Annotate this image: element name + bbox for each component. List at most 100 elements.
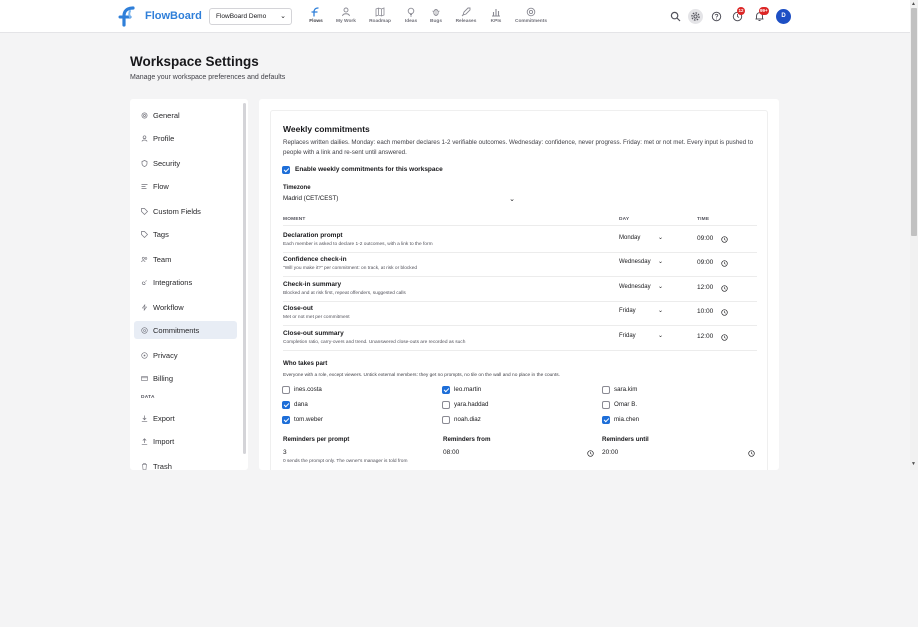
enable-commitments-checkbox[interactable]: [282, 166, 290, 174]
sidebar-item-workflow[interactable]: Workflow: [134, 298, 237, 316]
member-checkbox[interactable]: [442, 416, 450, 424]
timezone-select[interactable]: Madrid (CET/CEST) ⌄: [283, 195, 517, 206]
member-name: dana: [294, 401, 308, 408]
member-checkbox[interactable]: [602, 386, 610, 394]
column-moment: MOMENT: [283, 217, 306, 222]
sidebar-item-commitments[interactable]: Commitments: [134, 321, 237, 339]
nav-label: Roadmap: [369, 19, 391, 24]
moment-title: Confidence check-in: [283, 256, 347, 263]
clock-icon[interactable]: [721, 309, 728, 316]
link-icon: [141, 279, 148, 286]
sidebar-item-security[interactable]: Security: [134, 154, 237, 172]
team-icon: [141, 256, 148, 263]
sidebar-item-label: Integrations: [153, 277, 193, 287]
sidebar-item-profile[interactable]: Profile: [134, 129, 237, 147]
moment-description: Met or not met per commitment: [283, 315, 350, 320]
who-takes-part-title: Who takes part: [283, 360, 328, 367]
page-subtitle: Manage your workspace preferences and de…: [130, 74, 286, 81]
moment-description: Each member is asked to declare 1-2 outc…: [283, 242, 433, 247]
sidebar-item-import[interactable]: Import: [134, 432, 237, 450]
flows-icon: [311, 7, 321, 17]
moment-row: Check-in summary Blocked and at risk fir…: [283, 278, 757, 302]
tag-icon: [141, 230, 148, 238]
clock-icon[interactable]: [748, 450, 755, 457]
member-checkbox[interactable]: [282, 386, 290, 394]
clock-icon[interactable]: [721, 260, 728, 267]
reminders-until-input[interactable]: 20:00: [602, 449, 618, 456]
member-checkbox[interactable]: [442, 401, 450, 409]
nav-label: Releases: [455, 19, 477, 24]
sidebar-item-label: Commitments: [153, 325, 200, 335]
timezone-label: Timezone: [283, 185, 311, 191]
sidebar-item-privacy[interactable]: Privacy: [134, 346, 237, 364]
member-name: mia.chen: [614, 416, 640, 423]
clock-icon[interactable]: [587, 450, 594, 457]
search-icon[interactable]: [670, 11, 681, 22]
table-divider: [283, 225, 757, 226]
member-checkbox[interactable]: [602, 416, 610, 424]
help-badge: 12: [737, 7, 745, 15]
sidebar-scrollbar[interactable]: [243, 103, 246, 454]
page-scrollbar[interactable]: ▲ ▼: [910, 0, 918, 470]
app-name[interactable]: FlowBoard: [145, 10, 202, 22]
clock-icon[interactable]: [721, 236, 728, 243]
reminders-per-prompt-input[interactable]: 3: [283, 449, 287, 456]
nav-kpis[interactable]: KPIs: [476, 7, 516, 24]
day-select[interactable]: Wednesday ⌄: [619, 259, 663, 269]
eye-icon: [141, 351, 148, 359]
day-value: Friday: [619, 308, 636, 314]
enable-commitments-label[interactable]: Enable weekly commitments for this works…: [295, 166, 443, 173]
person-icon: [341, 7, 351, 17]
day-select[interactable]: Monday ⌄: [619, 235, 663, 245]
day-select[interactable]: Friday ⌄: [619, 308, 663, 318]
member-checkbox[interactable]: [282, 416, 290, 424]
sidebar-item-billing[interactable]: Billing: [134, 369, 237, 387]
day-value: Monday: [619, 235, 641, 241]
flowboard-logo-icon[interactable]: [118, 6, 138, 27]
sidebar-item-label: Custom Fields: [153, 206, 201, 216]
scrollbar-thumb[interactable]: [911, 8, 917, 236]
reminders-per-prompt-label: Reminders per prompt: [283, 436, 350, 443]
sidebar-item-trash[interactable]: Trash: [134, 457, 237, 470]
moment-row: Confidence check-in "Will you make it?" …: [283, 253, 757, 277]
flow-lines-icon: [141, 183, 148, 190]
chevron-down-icon: ⌄: [509, 196, 515, 203]
moment-description: Blocked and at risk first, repeat offend…: [283, 291, 406, 296]
sidebar-item-export[interactable]: Export: [134, 409, 237, 427]
member-checkbox[interactable]: [602, 401, 610, 409]
notifications-badge: 99+: [759, 7, 769, 15]
sidebar-item-flow[interactable]: Flow: [134, 177, 237, 195]
clock-icon[interactable]: [721, 334, 728, 341]
sidebar-item-general[interactable]: General: [134, 106, 237, 124]
workspace-select[interactable]: FlowBoard Demo ⌄: [209, 8, 292, 25]
sidebar-item-custom-fields[interactable]: Custom Fields: [134, 202, 237, 220]
lightning-icon: [141, 303, 148, 311]
member-checkbox[interactable]: [282, 401, 290, 409]
moment-row: Close-out Met or not met per commitment …: [283, 302, 757, 326]
member-checkbox[interactable]: [442, 386, 450, 394]
reminders-from-input[interactable]: 08:00: [443, 449, 459, 456]
credit-card-icon: [141, 375, 148, 382]
nav-commitments[interactable]: Commitments: [511, 7, 551, 24]
member-name: Omar B.: [614, 401, 638, 408]
who-takes-part-description: Everyone with a role, except viewers. Un…: [283, 373, 561, 378]
avatar[interactable]: D: [776, 9, 791, 24]
nav-label: Bugs: [430, 19, 442, 24]
day-select[interactable]: Wednesday ⌄: [619, 284, 663, 294]
nav-label: My Work: [336, 19, 356, 24]
sidebar-item-integrations[interactable]: Integrations: [134, 273, 237, 291]
moment-row: Declaration prompt Each member is asked …: [283, 229, 757, 253]
sidebar-item-label: Billing: [153, 373, 174, 383]
reminders-hint: 0 sends the prompt only. The owner's man…: [283, 459, 408, 464]
help-icon[interactable]: [711, 11, 722, 22]
member-name: noah.diaz: [454, 416, 481, 423]
moment-description: "Will you make it?" per commitment: on t…: [283, 266, 418, 271]
sidebar-item-tags[interactable]: Tags: [134, 225, 237, 243]
gear-icon: [141, 112, 148, 119]
day-select[interactable]: Friday ⌄: [619, 333, 663, 343]
scroll-down-icon[interactable]: ▼: [911, 461, 916, 467]
scroll-up-icon[interactable]: ▲: [911, 1, 916, 7]
clock-icon[interactable]: [721, 285, 728, 292]
sidebar-item-team[interactable]: Team: [134, 250, 237, 268]
column-time: TIME: [697, 217, 710, 222]
